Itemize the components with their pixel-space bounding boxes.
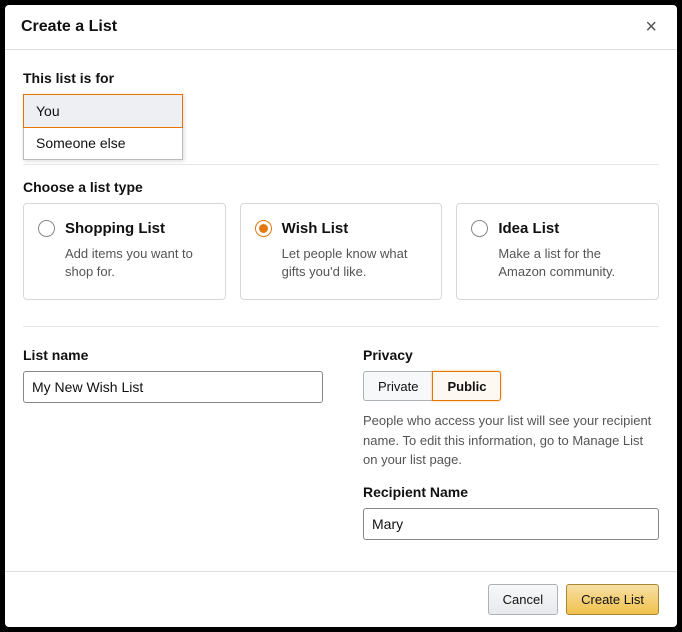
- list-type-wish[interactable]: Wish List Let people know what gifts you…: [240, 203, 443, 300]
- privacy-private-button[interactable]: Private: [363, 371, 432, 401]
- list-type-group: Shopping List Add items you want to shop…: [23, 203, 659, 300]
- cancel-button[interactable]: Cancel: [488, 584, 558, 615]
- dropdown-option-someone-else[interactable]: Someone else: [24, 127, 182, 159]
- privacy-public-button[interactable]: Public: [432, 371, 501, 401]
- list-type-title: Wish List: [282, 220, 349, 237]
- privacy-toggle: Private Public: [363, 371, 659, 401]
- list-type-title: Shopping List: [65, 220, 165, 237]
- close-icon[interactable]: ×: [641, 17, 661, 37]
- divider: [23, 164, 659, 165]
- list-for-dropdown[interactable]: You Someone else: [23, 94, 659, 154]
- form-row: List name Privacy Private Public People …: [23, 347, 659, 540]
- modal-header: Create a List ×: [5, 5, 677, 50]
- divider: [23, 326, 659, 327]
- privacy-helper-text: People who access your list will see you…: [363, 411, 659, 470]
- create-list-modal: Create a List × This list is for You Som…: [5, 5, 677, 627]
- list-type-desc: Let people know what gifts you'd like.: [255, 245, 428, 281]
- list-type-desc: Make a list for the Amazon community.: [471, 245, 644, 281]
- recipient-name-label: Recipient Name: [363, 484, 659, 500]
- modal-footer: Cancel Create List: [5, 571, 677, 627]
- list-name-label: List name: [23, 347, 323, 363]
- dropdown-menu: You Someone else: [23, 94, 183, 160]
- list-type-shopping[interactable]: Shopping List Add items you want to shop…: [23, 203, 226, 300]
- radio-icon: [255, 220, 272, 237]
- recipient-name-input[interactable]: [363, 508, 659, 540]
- list-name-input[interactable]: [23, 371, 323, 403]
- list-type-desc: Add items you want to shop for.: [38, 245, 211, 281]
- modal-body: This list is for You Someone else Choose…: [5, 50, 677, 571]
- list-for-label: This list is for: [23, 70, 659, 86]
- radio-icon: [38, 220, 55, 237]
- modal-title: Create a List: [21, 18, 117, 36]
- privacy-label: Privacy: [363, 347, 659, 363]
- list-type-title: Idea List: [498, 220, 559, 237]
- list-type-label: Choose a list type: [23, 179, 659, 195]
- dropdown-option-you[interactable]: You: [23, 94, 183, 128]
- radio-icon: [471, 220, 488, 237]
- list-type-idea[interactable]: Idea List Make a list for the Amazon com…: [456, 203, 659, 300]
- create-list-button[interactable]: Create List: [566, 584, 659, 615]
